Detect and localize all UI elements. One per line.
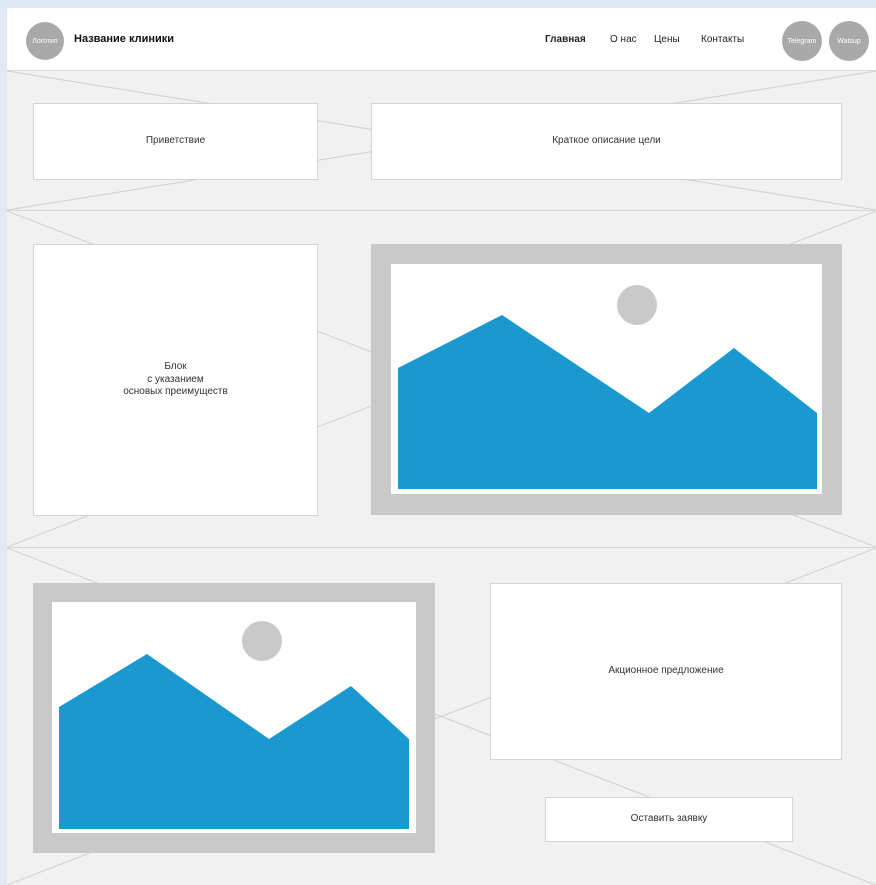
nav-item-about[interactable]: О нас [610, 34, 637, 45]
image-placeholder-1 [371, 244, 842, 515]
section-offer: Акционное предложение Оставить заявку [7, 548, 876, 885]
submit-request-label: Оставить заявку [630, 813, 708, 825]
advantages-line-1: Блок [164, 361, 187, 373]
section-advantages: Блок с указанием основых преимуществ [7, 211, 876, 548]
image-placeholder-icon [59, 621, 409, 829]
nav-item-home[interactable]: Главная [545, 34, 586, 45]
offer-text: Акционное предложение [608, 665, 724, 677]
section-intro: Приветствие Краткое описание цели [7, 71, 876, 211]
wireframe-page: Логотип Название клиники Главная О нас Ц… [7, 8, 876, 885]
nav-item-contacts[interactable]: Контакты [701, 34, 744, 45]
image-placeholder-icon [398, 285, 817, 489]
site-header: Логотип Название клиники Главная О нас Ц… [7, 8, 876, 71]
offer-block: Акционное предложение [490, 583, 842, 760]
greeting-block: Приветствие [33, 103, 318, 180]
advantages-line-3: основых преимуществ [123, 386, 228, 398]
clinic-name: Название клиники [74, 33, 175, 45]
submit-request-button[interactable]: Оставить заявку [545, 797, 793, 842]
telegram-button[interactable]: Telegram [782, 21, 822, 61]
greeting-text: Приветствие [145, 135, 206, 147]
watsup-label: Watsup [837, 37, 861, 45]
nav-item-prices[interactable]: Цены [654, 34, 680, 45]
watsup-button[interactable]: Watsup [829, 21, 869, 61]
logo[interactable]: Логотип [26, 22, 64, 60]
advantages-line-2: с указанием [147, 373, 204, 385]
goal-text: Краткое описание цели [552, 135, 661, 147]
advantages-block: Блок с указанием основых преимуществ [33, 244, 318, 516]
telegram-label: Telegram [787, 37, 817, 45]
goal-block: Краткое описание цели [371, 103, 842, 180]
image-placeholder-2 [33, 583, 435, 853]
logo-label: Логотип [32, 37, 58, 45]
